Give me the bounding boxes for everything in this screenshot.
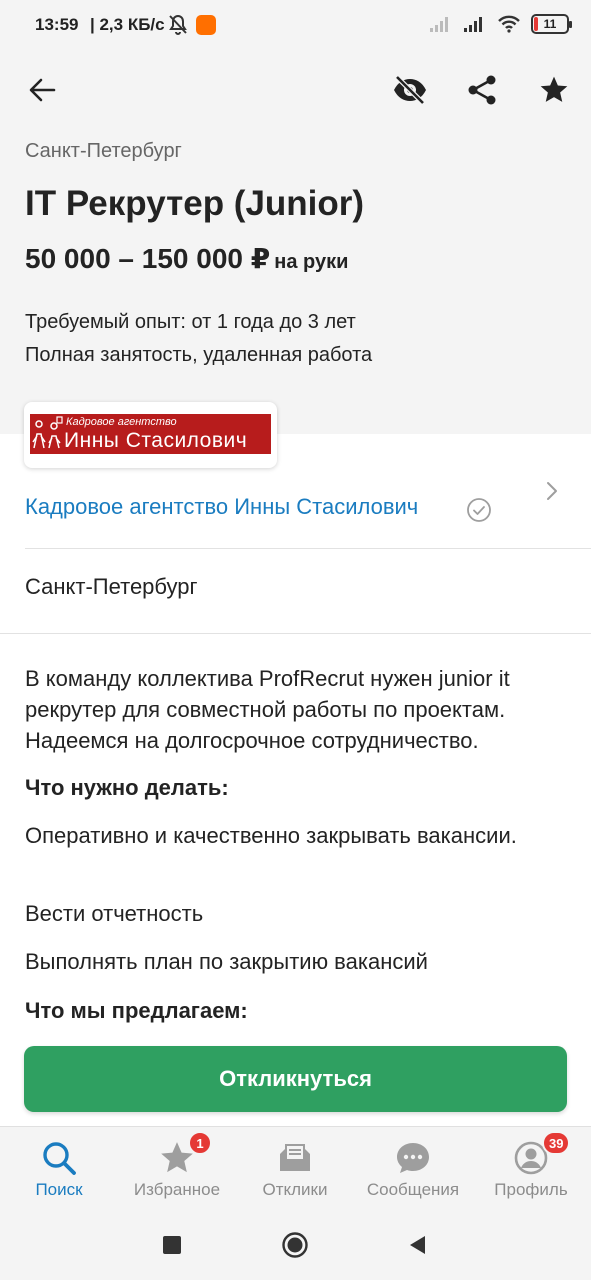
hide-vacancy-button[interactable] — [384, 64, 436, 116]
tab-favorites[interactable]: 1 Избранное — [118, 1127, 236, 1209]
salary-range: 50 000 – 150 000 ₽ — [25, 243, 271, 274]
todo-item: Выполнять план по закрытию вакансий — [25, 949, 428, 974]
logo-big-text: Инны Стасилович — [64, 429, 248, 452]
triangle-back-icon — [410, 1236, 425, 1254]
signal-icon — [464, 17, 482, 32]
company-link[interactable]: Кадровое агентство Инны Стасилович — [0, 470, 591, 548]
system-nav-bar — [0, 1208, 591, 1280]
offer-heading: Что мы предлагаем: — [25, 998, 248, 1023]
system-back-button[interactable] — [400, 1228, 434, 1262]
logo-small-text: Кадровое агентство — [66, 416, 177, 428]
tab-label: Избранное — [133, 1180, 221, 1199]
battery-level: 11 — [543, 17, 557, 31]
company-address: Санкт-Петербург — [25, 574, 198, 599]
wifi-icon — [498, 15, 520, 33]
home-button[interactable] — [278, 1228, 312, 1262]
app-notification-icon — [196, 15, 216, 35]
favorite-button[interactable] — [528, 64, 580, 116]
logo-figures-icon — [32, 416, 63, 449]
vacancy-experience: Требуемый опыт: от 1 года до 3 лет — [25, 311, 356, 333]
apply-button[interactable]: Откликнуться — [24, 1046, 567, 1112]
company-logo-image: Кадровое агентство Инны Стасилович — [30, 414, 271, 454]
tab-profile[interactable]: 39 Профиль — [472, 1127, 590, 1209]
tab-responses[interactable]: Отклики — [236, 1127, 354, 1209]
todo-heading: Что нужно делать: — [25, 775, 229, 800]
status-bar: 13:59 | 2,3 КБ/с 11 — [0, 0, 591, 52]
envelope-icon — [280, 1144, 310, 1171]
bottom-tab-bar: Поиск 1 Избранное Отклики Сообщения 39 П… — [0, 1126, 591, 1208]
tab-label: Поиск — [35, 1180, 83, 1199]
vacancy-description-intro: В команду коллектива ProfRecrut нужен ju… — [25, 666, 510, 753]
chevron-right-icon — [547, 482, 557, 500]
tab-label: Отклики — [262, 1180, 328, 1199]
todo-item: Вести отчетность — [25, 901, 204, 926]
chat-icon — [397, 1143, 429, 1173]
square-icon — [163, 1236, 181, 1254]
vacancy-city: Санкт-Петербург — [25, 140, 182, 162]
company-logo[interactable]: Кадровое агентство Инны Стасилович — [24, 402, 277, 468]
divider — [25, 548, 591, 549]
status-time: 13:59 — [35, 15, 79, 34]
bell-off-icon — [169, 14, 187, 35]
share-button[interactable] — [456, 64, 508, 116]
divider — [0, 633, 591, 634]
status-speed: | 2,3 КБ/с — [90, 15, 165, 34]
share-icon — [468, 75, 496, 105]
vacancy-title: IT Рекрутер (Junior) — [25, 184, 365, 223]
verified-check-icon — [467, 498, 491, 522]
recents-button[interactable] — [155, 1228, 189, 1262]
circle-icon — [282, 1232, 308, 1258]
todo-item: Оперативно и качественно закрывать вакан… — [25, 823, 517, 848]
tab-messages[interactable]: Сообщения — [354, 1127, 472, 1209]
salary-note: на руки — [274, 251, 349, 273]
favorites-badge: 1 — [188, 1131, 212, 1155]
eye-off-icon — [394, 75, 426, 105]
back-button[interactable] — [16, 64, 68, 116]
vacancy-salary: 50 000 – 150 000 ₽ на руки — [25, 242, 348, 275]
top-toolbar — [0, 52, 591, 128]
arrow-left-icon — [29, 78, 56, 102]
battery-icon: 11 — [531, 14, 572, 34]
star-icon — [540, 76, 568, 102]
signal-icon — [430, 17, 448, 32]
profile-badge: 39 — [542, 1131, 571, 1155]
tab-label: Сообщения — [366, 1180, 460, 1199]
company-name: Кадровое агентство Инны Стасилович — [25, 494, 419, 519]
vacancy-header: Санкт-Петербург IT Рекрутер (Junior) 50 … — [0, 128, 591, 434]
search-icon — [43, 1142, 76, 1175]
tab-search[interactable]: Поиск — [0, 1127, 118, 1209]
tab-label: Профиль — [494, 1180, 568, 1199]
vacancy-employment: Полная занятость, удаленная работа — [25, 344, 373, 366]
